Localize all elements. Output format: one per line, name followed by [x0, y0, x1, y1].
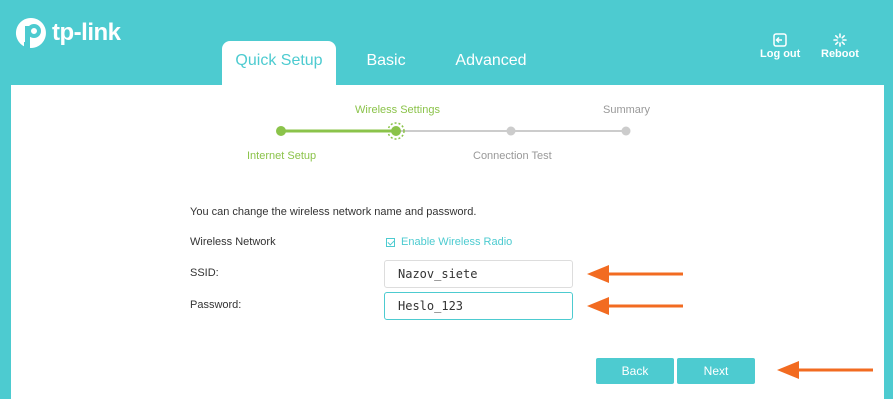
tp-link-logo: tp-link — [14, 16, 121, 50]
reboot-button[interactable]: Reboot — [821, 33, 859, 60]
tab-basic[interactable]: Basic — [336, 41, 436, 85]
annotation-arrow-ssid — [587, 265, 683, 283]
password-label: Password: — [190, 299, 242, 311]
logout-label: Log out — [760, 48, 801, 60]
header-bar: tp-link Quick Setup Basic Advanced Log o… — [0, 0, 893, 85]
main-panel: Wireless Settings Summary Internet Setup… — [11, 85, 884, 399]
reboot-label: Reboot — [821, 48, 859, 60]
step-dot-summary — [621, 126, 631, 136]
step-dot-internet-setup — [276, 126, 286, 136]
reboot-icon — [833, 33, 847, 47]
annotation-arrow-password — [587, 297, 683, 315]
enable-wireless-radio-checkbox[interactable]: Enable Wireless Radio — [386, 236, 512, 248]
step-label-connection-test: Connection Test — [473, 150, 552, 162]
annotation-arrow-next — [777, 361, 873, 379]
enable-wireless-radio-label: Enable Wireless Radio — [401, 236, 513, 248]
logout-button[interactable]: Log out — [760, 33, 800, 60]
wireless-network-label: Wireless Network — [190, 236, 276, 248]
step-label-wireless-settings: Wireless Settings — [355, 104, 440, 116]
step-label-internet-setup: Internet Setup — [247, 150, 317, 162]
password-input[interactable]: Heslo_123 — [384, 292, 573, 320]
ssid-input[interactable]: Nazov_siete — [384, 260, 573, 288]
checkbox-box[interactable] — [386, 237, 395, 247]
tab-quick-setup[interactable]: Quick Setup — [222, 41, 336, 85]
tp-link-logo-icon — [15, 18, 46, 50]
form-description: You can change the wireless network name… — [190, 206, 477, 218]
tab-advanced[interactable]: Advanced — [436, 41, 546, 85]
ssid-label: SSID: — [190, 267, 219, 279]
logout-icon — [773, 33, 787, 47]
back-button[interactable]: Back — [596, 358, 674, 384]
step-dot-connection-test — [506, 126, 516, 136]
step-dot-wireless-settings — [391, 126, 401, 136]
logo-text: tp-link — [52, 19, 121, 46]
step-label-summary: Summary — [603, 104, 651, 116]
next-button[interactable]: Next — [677, 358, 755, 384]
main-tabs: Quick Setup Basic Advanced — [222, 41, 546, 85]
